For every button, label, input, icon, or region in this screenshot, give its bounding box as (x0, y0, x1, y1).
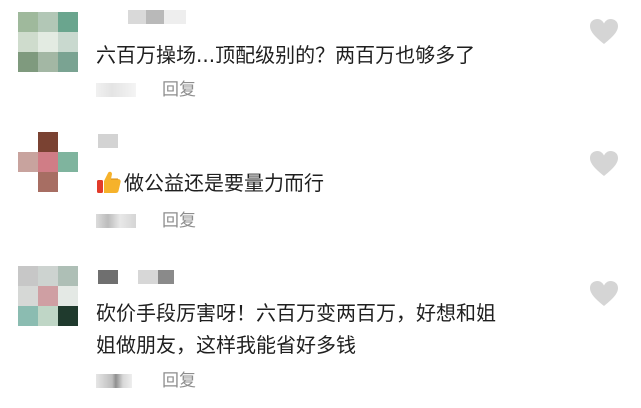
comment-text: 砍价手段厉害呀！六百万变两百万，好想和姐 姐做朋友，这样我能省好多钱 (96, 301, 496, 357)
comment-meta: 回复 (96, 79, 236, 101)
reply-button[interactable]: 回复 (162, 370, 196, 392)
comment-text: 做公益还是要量力而行 (96, 168, 324, 198)
comment-meta: 回复 (96, 210, 236, 232)
comment-item: 做公益还是要量力而行 回复 (0, 118, 641, 248)
heart-icon[interactable] (589, 280, 619, 308)
timestamp-blurred (96, 374, 132, 388)
comment-text: 六百万操场...顶配级别的？两百万也够多了 (96, 43, 476, 67)
timestamp-blurred (96, 83, 136, 97)
avatar[interactable] (18, 132, 80, 192)
reply-button[interactable]: 回复 (162, 210, 196, 232)
comment-item: 砍价手段厉害呀！六百万变两百万，好想和姐 姐做朋友，这样我能省好多钱 回复 (0, 252, 641, 408)
thumbs-up-emoji-icon (97, 171, 121, 193)
timestamp-blurred (96, 214, 136, 228)
reply-button[interactable]: 回复 (162, 79, 196, 101)
comment-meta: 回复 (96, 370, 236, 392)
heart-icon[interactable] (589, 18, 619, 46)
heart-icon[interactable] (589, 150, 619, 178)
avatar[interactable] (18, 12, 80, 72)
avatar[interactable] (18, 266, 80, 326)
comment-item: 六百万操场...顶配级别的？两百万也够多了 回复 (0, 0, 641, 118)
